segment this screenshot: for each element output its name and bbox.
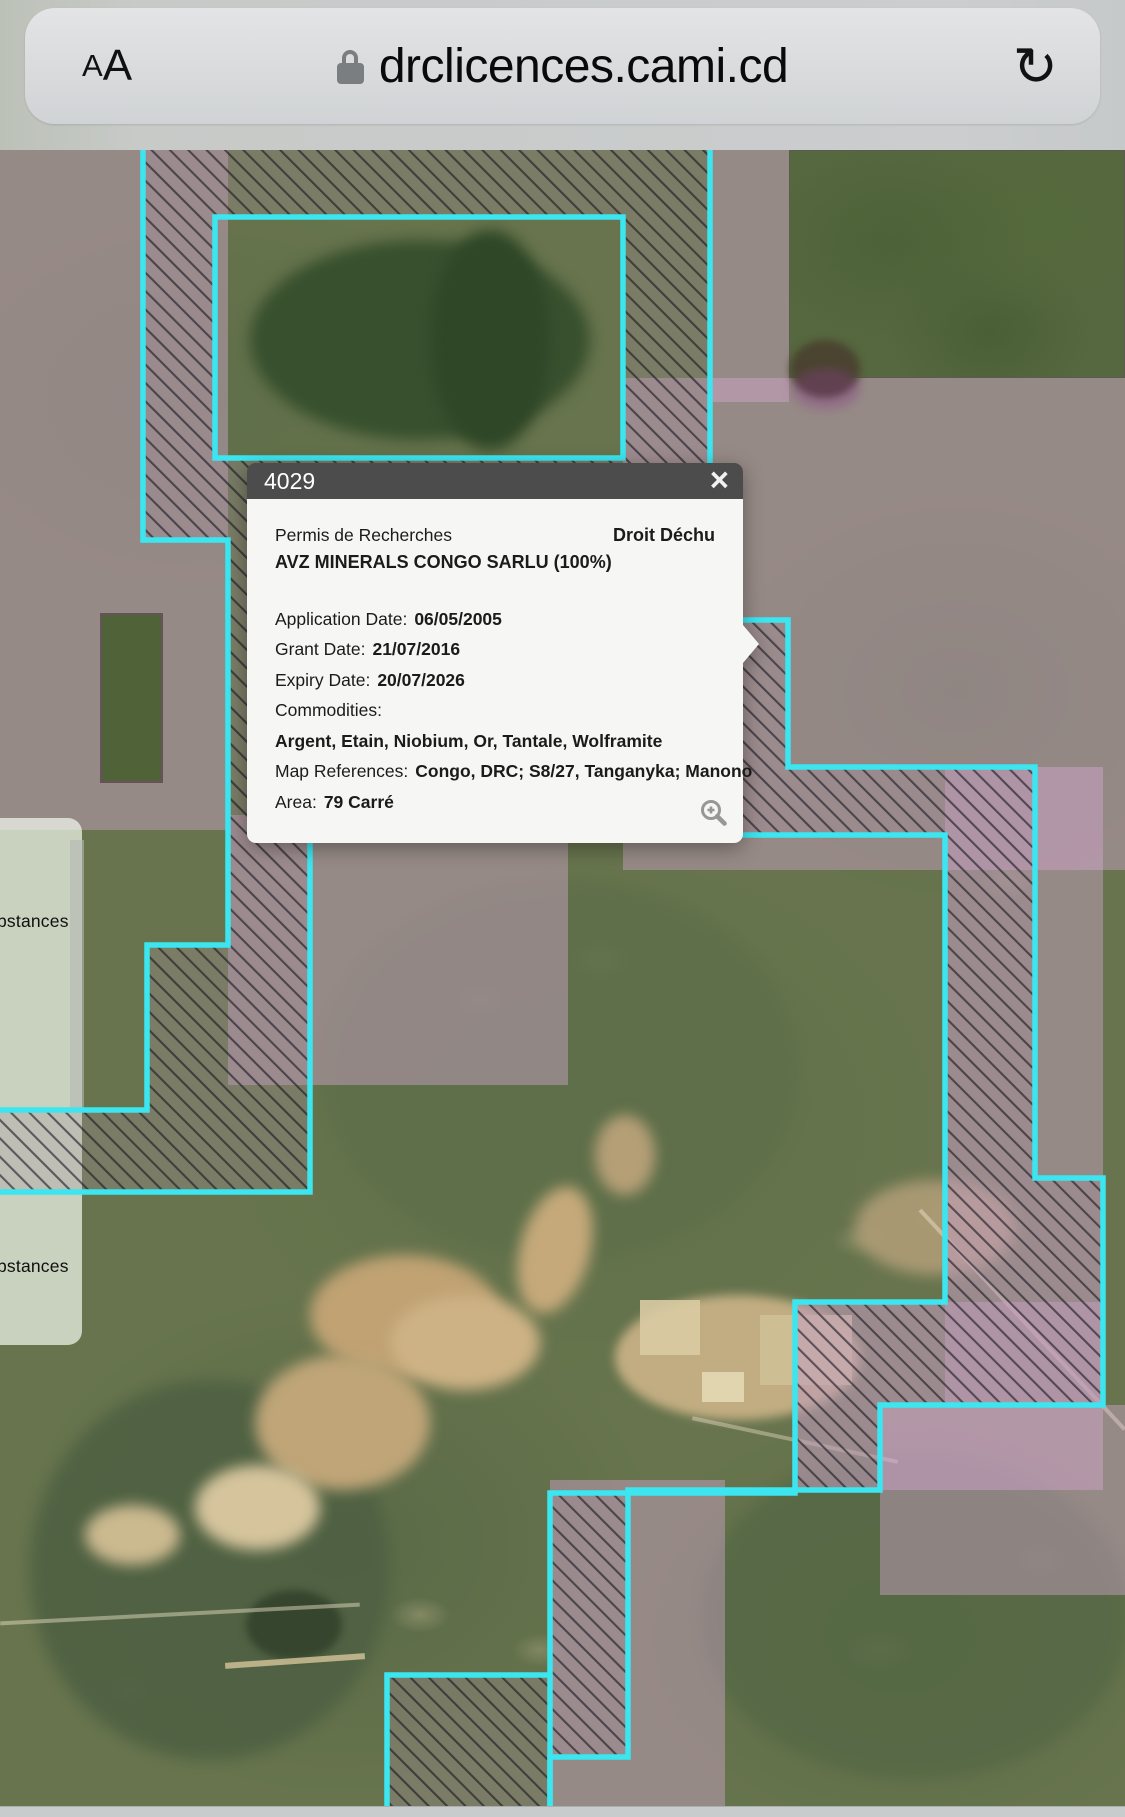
field-row: Commodities:	[275, 700, 715, 721]
close-icon[interactable]: ×	[710, 465, 729, 495]
license-info-popup: 4029 × Permis de Recherches Droit Déchu …	[247, 463, 743, 843]
url-text[interactable]: drclicences.cami.cd	[379, 39, 788, 94]
popup-body: Permis de Recherches Droit Déchu AVZ MIN…	[247, 499, 743, 843]
field-row: Grant Date:21/07/2016	[275, 639, 715, 660]
substances-label: bstances	[0, 1256, 69, 1277]
phone-screenshot: bstances bstances 4029 × Permis de Reche…	[0, 0, 1125, 1817]
license-owner: AVZ MINERALS CONGO SARLU (100%)	[275, 552, 715, 573]
browser-chrome: AA drclicences.cami.cd ↻	[0, 0, 1125, 150]
magnifier-plus-icon[interactable]	[699, 798, 729, 833]
commodities-value: Argent, Etain, Niobium, Or, Tantale, Wol…	[275, 731, 715, 752]
popup-header: 4029 ×	[247, 463, 743, 499]
substances-label: bstances	[0, 911, 69, 932]
license-polygons-layer	[0, 0, 1125, 1817]
license-status: Droit Déchu	[613, 525, 715, 546]
address-bar[interactable]: AA drclicences.cami.cd ↻	[25, 8, 1100, 124]
popup-title: 4029	[264, 468, 315, 495]
license-type: Permis de Recherches	[275, 525, 452, 546]
field-row: Area:79 Carré	[275, 792, 715, 813]
license-4029-polygon[interactable]	[0, 140, 1103, 1817]
field-row: Application Date:06/05/2005	[275, 609, 715, 630]
field-row: Expiry Date:20/07/2026	[275, 670, 715, 691]
lock-icon	[337, 50, 365, 84]
bottom-bar	[0, 1806, 1125, 1817]
field-row: Map References:Congo, DRC; S8/27, Tangan…	[275, 761, 715, 782]
refresh-icon[interactable]: ↻	[1013, 8, 1058, 124]
popup-pointer	[743, 625, 759, 663]
